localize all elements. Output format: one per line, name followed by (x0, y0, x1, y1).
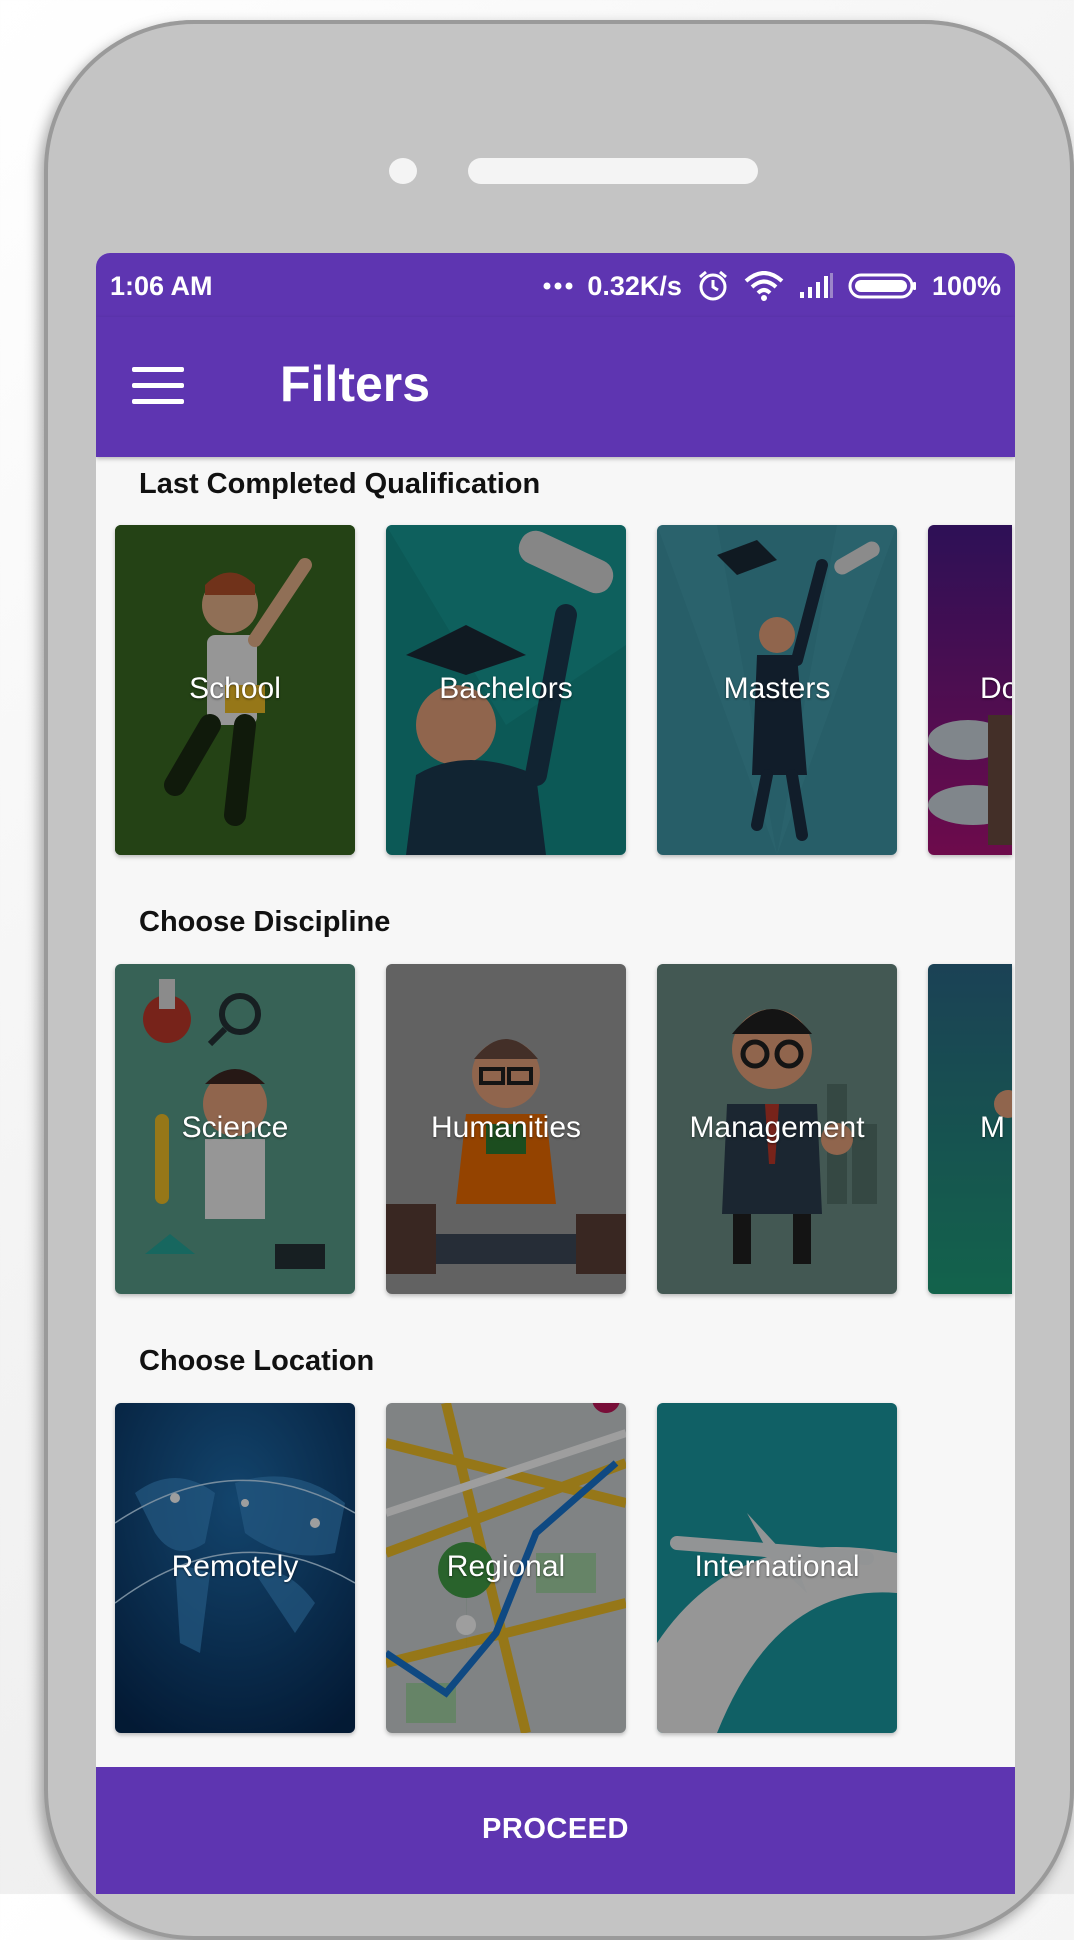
app-screen: 1:06 AM 0.32K/s 100% Filters Last Comple… (96, 253, 1015, 1894)
proceed-button[interactable]: PROCEED (96, 1767, 1015, 1894)
status-indicators: 0.32K/s 100% (543, 269, 1001, 303)
card-regional[interactable]: Regional (386, 1403, 626, 1733)
page-title: Filters (280, 356, 431, 412)
status-bar: 1:06 AM 0.32K/s 100% (96, 253, 1015, 317)
card-label-humanities: Humanities (430, 1111, 582, 1144)
card-label-science: Science (181, 1111, 289, 1144)
wifi-icon (744, 271, 784, 301)
hamburger-menu-icon[interactable] (132, 367, 184, 407)
card-label-discipline-partial: M (980, 1111, 1005, 1144)
card-management[interactable]: Management (657, 964, 897, 1294)
net-speed: 0.32K/s (587, 270, 682, 301)
card-label-bachelors: Bachelors (439, 672, 573, 705)
card-discipline-partial[interactable]: M (928, 964, 1012, 1294)
section-title-discipline: Choose Discipline (139, 906, 391, 938)
earpiece-speaker (468, 158, 758, 184)
card-label-school: School (189, 672, 281, 705)
front-camera (389, 158, 417, 184)
battery-icon (848, 273, 918, 299)
section-title-qualification: Last Completed Qualification (139, 468, 541, 500)
card-international[interactable]: International (657, 1403, 897, 1733)
card-label-international: International (694, 1550, 860, 1583)
card-label-masters: Masters (723, 672, 831, 705)
card-bachelors[interactable]: Bachelors (386, 525, 626, 855)
card-label-regional: Regional (446, 1550, 566, 1583)
alarm-icon (696, 269, 730, 303)
card-humanities[interactable]: Humanities (386, 964, 626, 1294)
card-masters[interactable]: Masters (657, 525, 897, 855)
card-doctorate-partial[interactable]: Do (928, 525, 1012, 855)
dots-icon (543, 282, 573, 290)
battery-percent: 100% (931, 270, 1001, 301)
card-science[interactable]: Science (115, 964, 355, 1294)
card-label-remotely: Remotely (171, 1550, 299, 1583)
section-title-location: Choose Location (139, 1345, 375, 1377)
card-label-management: Management (689, 1111, 865, 1144)
card-label-doctorate: Do (980, 672, 1012, 705)
card-school[interactable]: School (115, 525, 355, 855)
status-time: 1:06 AM (110, 271, 213, 301)
app-bar: Filters (96, 317, 1015, 457)
card-remotely[interactable]: Remotely (115, 1403, 355, 1733)
signal-icon (798, 273, 834, 299)
